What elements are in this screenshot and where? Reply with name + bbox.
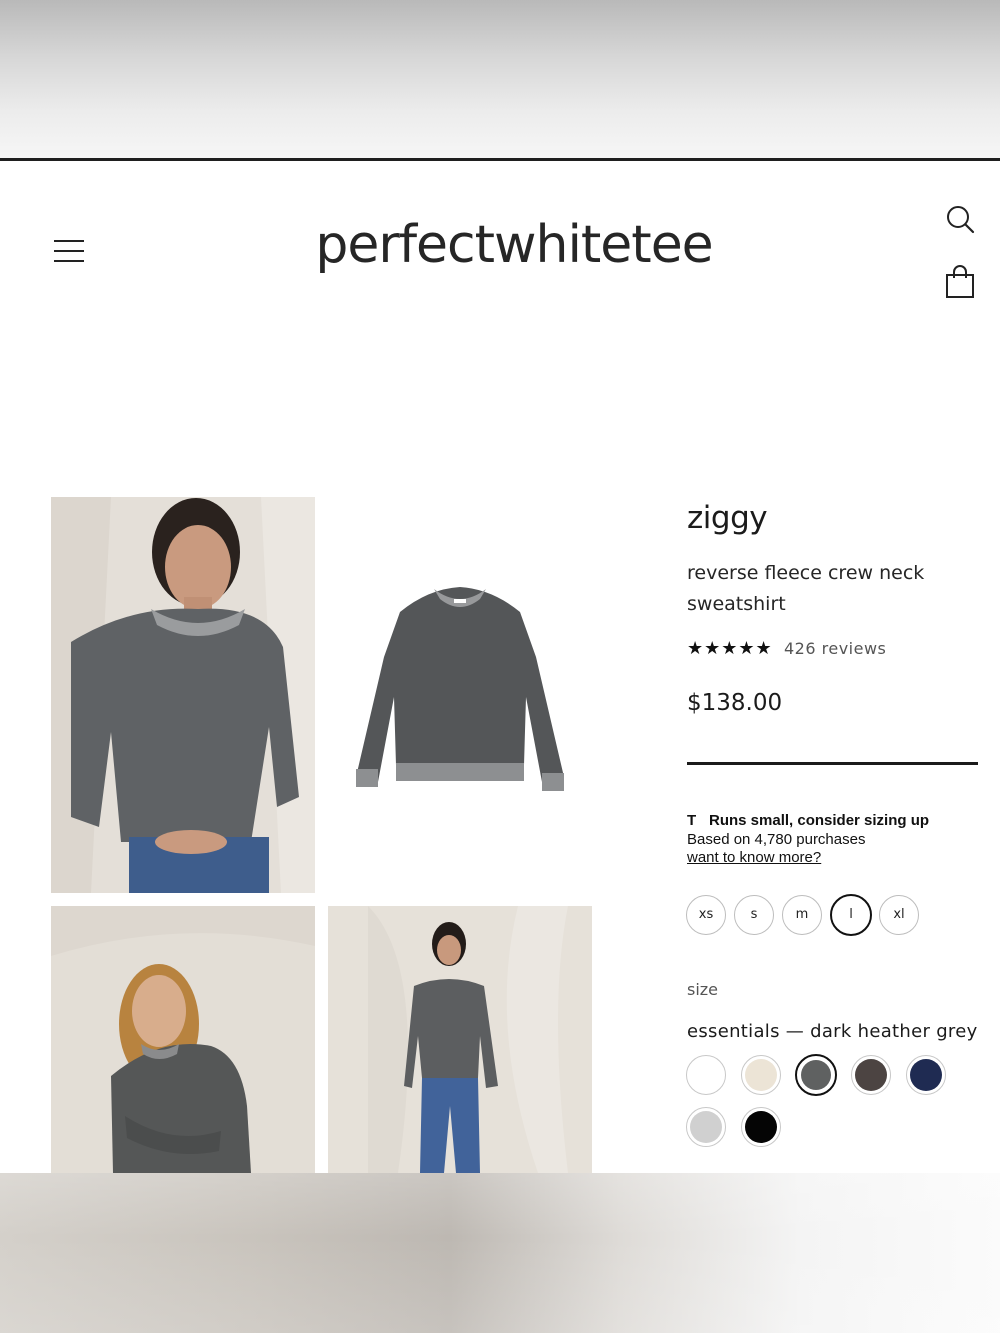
color-swatch-brown[interactable] [851, 1055, 891, 1095]
fit-learn-more-link[interactable]: want to know more? [687, 849, 987, 866]
product-photo-model-full-body[interactable] [328, 906, 592, 1173]
size-option-xs[interactable]: xs [686, 895, 726, 935]
product-photo-model-smiling[interactable] [51, 906, 315, 1173]
swatch-fill [690, 1111, 722, 1143]
color-label: essentials — dark heather grey [687, 1021, 978, 1042]
swatch-fill [745, 1059, 777, 1091]
product-subtitle: reverse fleece crew neck sweatshirt [687, 562, 925, 615]
site-logo[interactable]: perfectwhitetee [0, 215, 1000, 275]
swatch-fill [855, 1059, 887, 1091]
size-option-xl[interactable]: xl [879, 895, 919, 935]
product-photo-flat-lay[interactable] [328, 497, 592, 893]
fit-advice-title: T Runs small, consider sizing up [687, 812, 987, 829]
swatch-fill [690, 1059, 722, 1091]
swatch-fill [910, 1059, 942, 1091]
color-swatch-heather-grey[interactable] [686, 1107, 726, 1147]
color-swatch-black[interactable] [741, 1107, 781, 1147]
product-name: ziggy [687, 500, 768, 536]
swatch-fill [745, 1111, 777, 1143]
color-swatch-natural[interactable] [741, 1055, 781, 1095]
reviews-link[interactable]: 426 reviews [784, 639, 886, 658]
size-option-l[interactable]: l [830, 894, 872, 936]
color-swatch-navy[interactable] [906, 1055, 946, 1095]
size-label: size [687, 980, 719, 999]
fit-based-on: Based on 4,780 purchases [687, 831, 866, 848]
swatch-fill [801, 1060, 831, 1090]
color-swatch-dark-heather-grey[interactable] [795, 1054, 837, 1096]
product-price: $138.00 [687, 690, 783, 716]
bottom-blurred-band [0, 1173, 1000, 1333]
fit-advice: T Runs small, consider sizing up Based on… [687, 812, 987, 866]
fit-advice-text: Runs small, consider sizing up [709, 812, 930, 829]
section-divider [687, 762, 978, 765]
size-option-s[interactable]: s [734, 895, 774, 935]
top-blurred-band [0, 0, 1000, 159]
color-swatch-white[interactable] [686, 1055, 726, 1095]
product-photo-model-front[interactable] [51, 497, 315, 893]
search-icon[interactable] [944, 204, 976, 236]
rating-stars[interactable]: ★★★★★ [687, 638, 773, 659]
fit-logo-icon: T [687, 812, 697, 829]
shopping-bag-icon[interactable] [944, 264, 976, 300]
size-option-m[interactable]: m [782, 895, 822, 935]
header-top-rule [0, 158, 1000, 161]
